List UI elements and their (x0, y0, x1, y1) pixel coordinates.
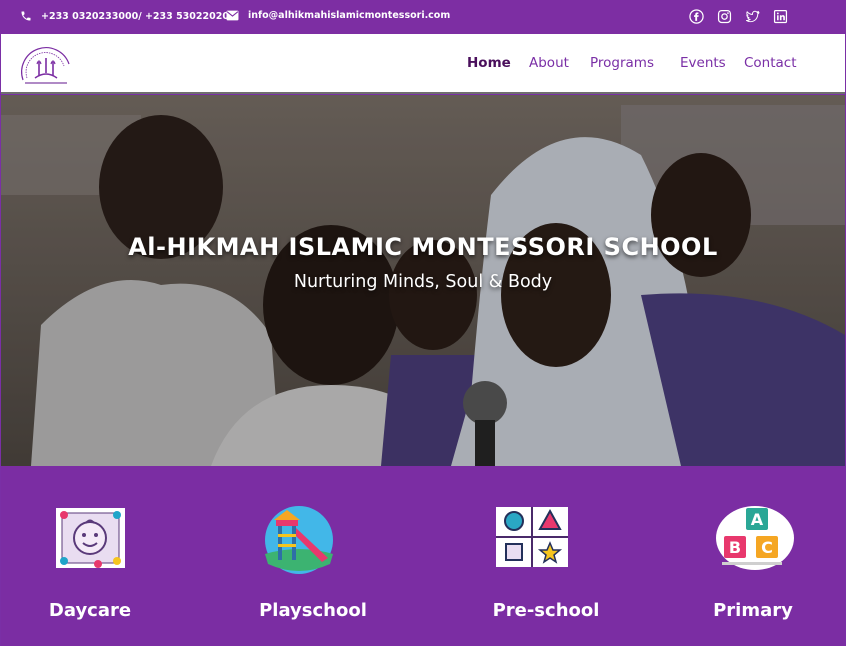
social-links (689, 9, 788, 24)
playground-slide-icon (262, 506, 336, 574)
program-label: Primary (713, 600, 793, 621)
phone-number: +233 0320233000/ +233 530220204 (41, 10, 236, 22)
program-preschool[interactable]: Pre-school (466, 466, 626, 646)
nav-contact[interactable]: Contact (744, 55, 797, 71)
phone-contact[interactable]: +233 0320233000/ +233 530220204 (20, 10, 236, 22)
program-label: Playschool (259, 600, 367, 621)
nav-about[interactable]: About (529, 55, 569, 71)
programs-section: Daycare Playschool Pre-school A B C Prim… (1, 466, 845, 646)
instagram-icon[interactable] (717, 9, 732, 24)
program-label: Daycare (48, 600, 132, 621)
program-primary[interactable]: A B C Primary (673, 466, 833, 646)
nav-events[interactable]: Events (680, 55, 726, 71)
phone-icon (20, 10, 32, 22)
svg-text:C: C (761, 538, 773, 557)
program-label: Pre-school (492, 600, 600, 621)
email-contact[interactable]: info@alhikmahislamicmontessori.com (226, 10, 450, 21)
svg-text:B: B (729, 538, 741, 557)
baby-face-icon (54, 506, 127, 570)
shapes-icon (495, 506, 569, 568)
nav-menu: Home About Programs Events Contact (1, 55, 845, 75)
svg-text:A: A (751, 510, 764, 529)
mail-icon (226, 10, 239, 21)
top-contact-bar: +233 0320233000/ +233 530220204 info@alh… (0, 0, 846, 34)
hero-subtitle: Nurturing Minds, Soul & Body (293, 272, 553, 292)
twitter-icon[interactable] (745, 9, 760, 24)
hero-banner: Al-HIKMAH ISLAMIC MONTESSORI SCHOOL Nurt… (1, 95, 845, 466)
nav-programs[interactable]: Programs (590, 55, 654, 71)
nav-home[interactable]: Home (467, 55, 511, 71)
email-address: info@alhikmahislamicmontessori.com (248, 10, 451, 21)
program-daycare[interactable]: Daycare (10, 466, 170, 646)
facebook-icon[interactable] (689, 9, 704, 24)
hero-title: Al-HIKMAH ISLAMIC MONTESSORI SCHOOL (128, 233, 718, 261)
abc-blocks-icon: A B C (716, 506, 794, 574)
program-playschool[interactable]: Playschool (233, 466, 393, 646)
main-navbar: Home About Programs Events Contact (1, 34, 845, 94)
linkedin-icon[interactable] (773, 9, 788, 24)
